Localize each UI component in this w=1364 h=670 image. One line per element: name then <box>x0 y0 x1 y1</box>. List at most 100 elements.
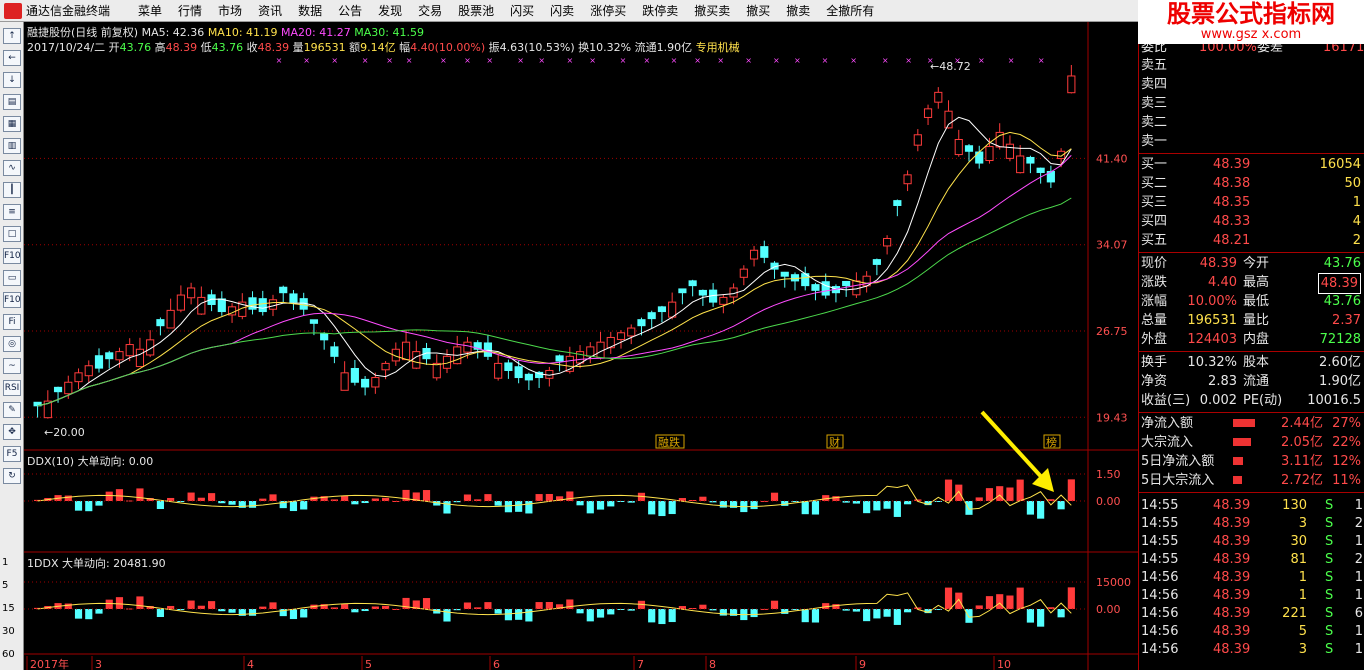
F5-icon[interactable]: F5 <box>3 446 21 462</box>
ddx1-bar <box>504 609 512 621</box>
ddx-tick-0: 1.50 <box>1096 468 1121 481</box>
ddx-bar <box>770 492 779 501</box>
candle-body <box>105 352 114 360</box>
candle-body <box>217 298 226 313</box>
menu-item-4[interactable]: 数据 <box>290 2 330 19</box>
candle-body <box>156 319 165 327</box>
ddx-bar <box>269 494 277 501</box>
menu-item-6[interactable]: 发现 <box>370 2 410 19</box>
menu-item-16[interactable]: 全撤所有 <box>818 2 882 19</box>
period-3[interactable]: 30 <box>2 626 15 637</box>
period-2[interactable]: 15 <box>2 603 15 614</box>
buy-label: 买三 <box>1141 195 1168 210</box>
menu-item-10[interactable]: 闪卖 <box>542 2 582 19</box>
tick-count: 1 <box>1354 570 1363 585</box>
f-icon[interactable]: Fi <box>3 314 21 330</box>
amp-value: 4.63(10.53%) <box>499 41 575 54</box>
signal-marker: × <box>386 56 393 65</box>
flow-value: 2.05亿 <box>1281 435 1323 450</box>
candle-body <box>647 312 656 320</box>
wave-icon[interactable]: ~ <box>3 358 21 374</box>
signal-marker: × <box>905 56 912 65</box>
period-4[interactable]: 60 <box>2 649 15 660</box>
menu-item-2[interactable]: 市场 <box>210 2 250 19</box>
rsi-icon[interactable]: RSI <box>3 380 21 396</box>
signal-marker: × <box>978 56 985 65</box>
chart-area[interactable]: 41.40 34.07 26.75 19.43 × × × × × × × × × × × × × × × × × × × ×… <box>24 22 1138 670</box>
menu-item-0[interactable]: 菜单 <box>130 2 170 19</box>
candle-body <box>954 138 963 156</box>
stock-name: 融捷股份(日线 前复权) <box>27 26 139 39</box>
list-icon[interactable]: ≡ <box>3 204 21 220</box>
ddx-bar <box>187 492 195 501</box>
arrow-left-icon[interactable]: ← <box>3 50 21 66</box>
app-title: 通达信金融终端 <box>26 4 111 18</box>
flow-label: 5日大宗流入 <box>1141 473 1215 488</box>
vol-value: 196531 <box>303 41 346 54</box>
quote-label-2: 最低 <box>1243 294 1270 309</box>
arrow-up-icon[interactable]: ↑ <box>3 28 21 44</box>
fund-value-2: 10016.5 <box>1307 393 1361 408</box>
ddx-bar <box>566 491 574 501</box>
fund-label: 收益(三) <box>1141 393 1191 408</box>
menu-item-7[interactable]: 交易 <box>410 2 450 19</box>
pin-icon[interactable]: ✎ <box>3 402 21 418</box>
buy-vol: 16054 <box>1319 157 1361 172</box>
signal-marker: × <box>773 56 780 65</box>
report-icon[interactable]: ▤ <box>3 94 21 110</box>
menu-item-15[interactable]: 撤卖 <box>778 2 818 19</box>
fund-row-0: 换手 10.32% 股本 2.60亿 <box>1139 353 1364 372</box>
menu-item-12[interactable]: 跌停卖 <box>634 2 686 19</box>
quote-label: 涨幅 <box>1141 294 1168 309</box>
grid-icon[interactable]: ▦ <box>3 116 21 132</box>
flow-value: 2.72亿 <box>1281 473 1323 488</box>
candle-body <box>524 373 533 381</box>
candle-body <box>616 332 626 340</box>
flow-bar <box>1233 438 1251 446</box>
quote-panel: 委比 100.00% 委差 16171 卖五 卖四 卖三 卖二 卖一 买一 48.39 16054 买二… <box>1138 40 1364 670</box>
ddx1-bar <box>361 609 369 612</box>
box-icon[interactable]: □ <box>3 226 21 242</box>
menu-item-9[interactable]: 闪买 <box>502 2 542 19</box>
F10b-icon[interactable]: F10 <box>3 292 21 308</box>
candle-body <box>166 309 175 329</box>
line-chart-icon[interactable]: ∿ <box>3 160 21 176</box>
table-icon[interactable]: ▥ <box>3 138 21 154</box>
arrow-down-icon[interactable]: ↓ <box>3 72 21 88</box>
sell-row-2: 卖三 <box>1139 94 1364 113</box>
candle-body <box>637 319 646 327</box>
menu-item-13[interactable]: 撤买卖 <box>686 2 738 19</box>
compare-icon[interactable]: ◎ <box>3 336 21 352</box>
candle-body <box>903 174 912 185</box>
fund-value: 10.32% <box>1187 355 1237 370</box>
tick-time: 14:55 <box>1141 498 1179 513</box>
menu-item-14[interactable]: 撤买 <box>738 2 778 19</box>
tick-price: 48.39 <box>1213 588 1251 603</box>
ddx1-bar <box>719 609 727 616</box>
ddx1-bar <box>1016 587 1024 609</box>
ma5-label: MA5: 42.36 <box>141 26 205 39</box>
F10-icon[interactable]: F10 <box>3 248 21 264</box>
signal-marker: × <box>566 56 573 65</box>
ddx1-bar <box>893 609 901 625</box>
ddx1-bar <box>668 609 676 623</box>
ddx-bar <box>596 501 605 510</box>
candle-body <box>371 377 380 388</box>
ddx1-bar <box>648 609 656 623</box>
menu-item-3[interactable]: 资讯 <box>250 2 290 19</box>
candle-icon[interactable]: ┃ <box>3 182 21 198</box>
candle-body <box>135 348 145 368</box>
period-0[interactable]: 1 <box>2 557 8 568</box>
candle-body <box>964 145 974 152</box>
menu-item-11[interactable]: 涨停买 <box>582 2 634 19</box>
kline-chart[interactable]: 41.40 34.07 26.75 19.43 × × × × × × × × × × × × × × × × × × × ×… <box>24 22 1138 670</box>
menu-item-5[interactable]: 公告 <box>330 2 370 19</box>
doc-icon[interactable]: ▭ <box>3 270 21 286</box>
refresh-icon[interactable]: ↻ <box>3 468 21 484</box>
ddx1-bar <box>515 609 523 620</box>
move-icon[interactable]: ✥ <box>3 424 21 440</box>
menu-item-1[interactable]: 行情 <box>170 2 210 19</box>
period-1[interactable]: 5 <box>2 580 8 591</box>
fund-row-1: 净资 2.83 流通 1.90亿 <box>1139 372 1364 391</box>
menu-item-8[interactable]: 股票池 <box>450 2 502 19</box>
